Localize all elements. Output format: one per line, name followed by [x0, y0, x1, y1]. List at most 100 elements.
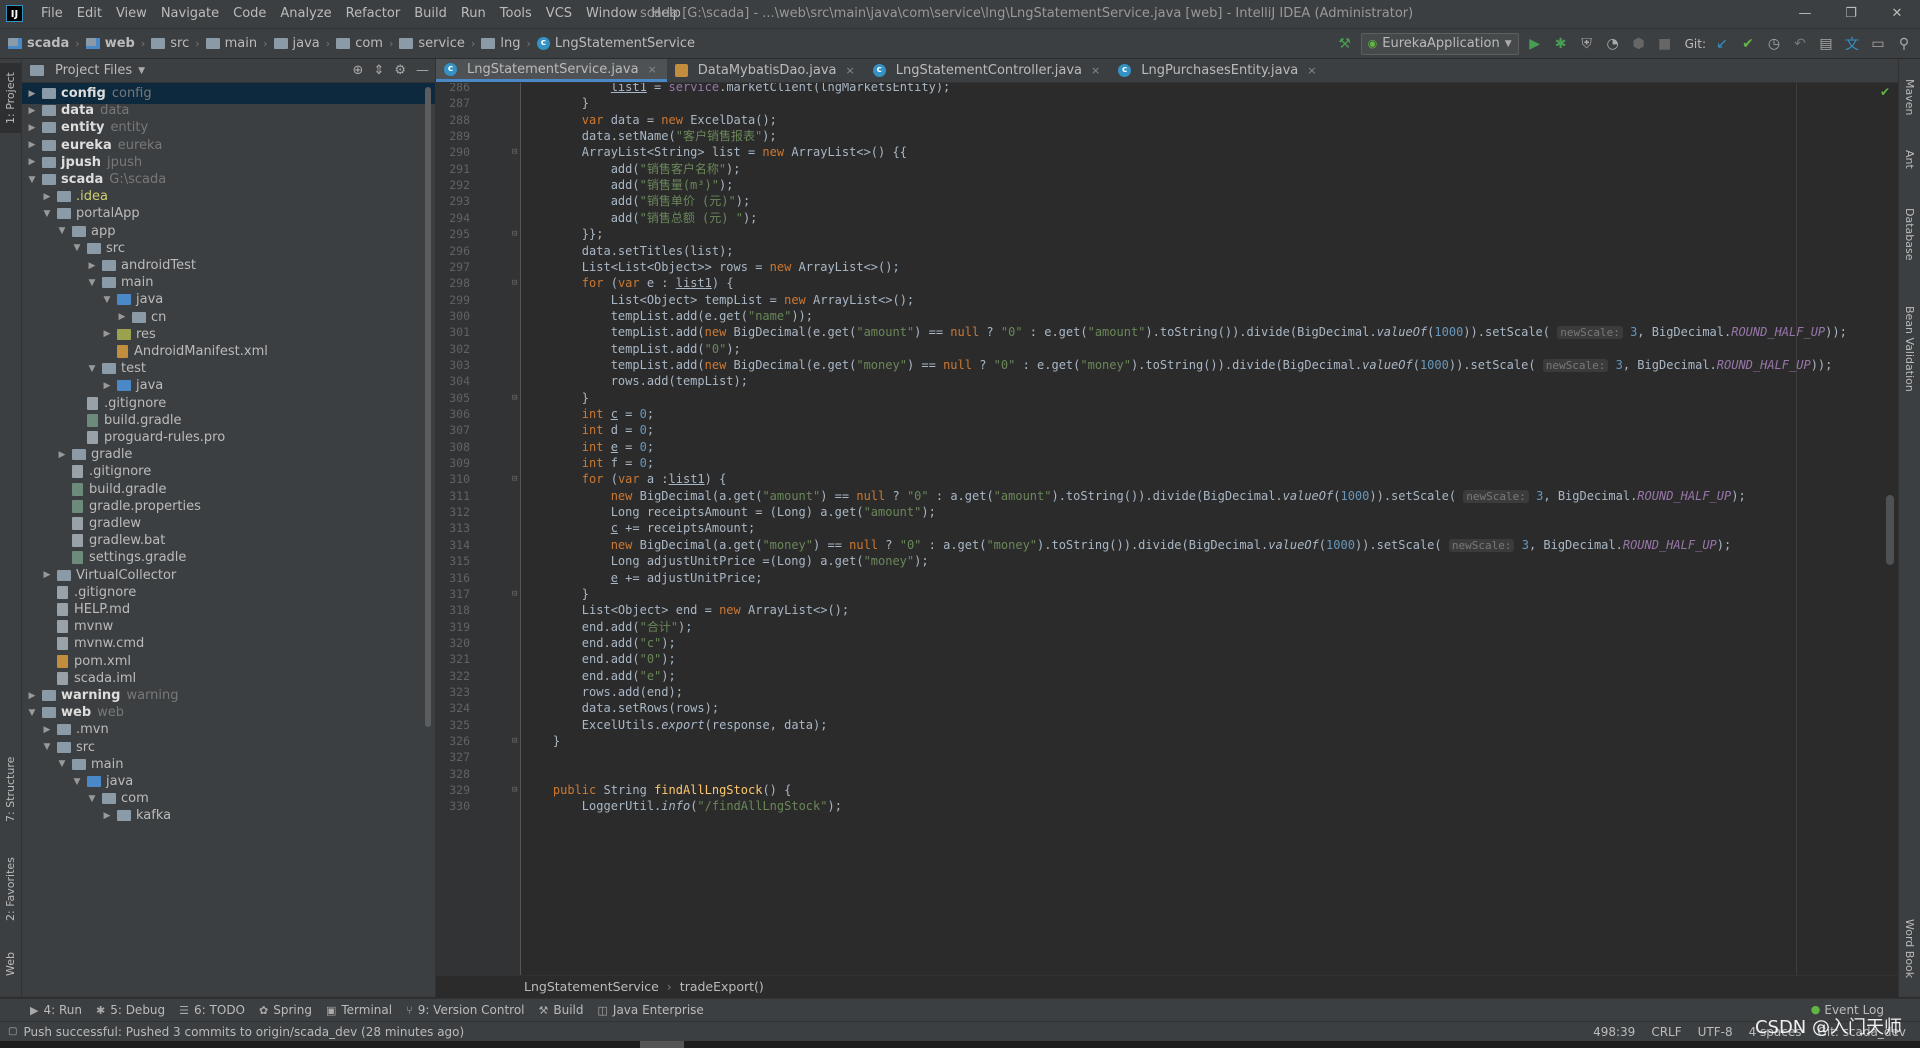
bottom-tab-java-enterprise[interactable]: ◫ Java Enterprise [598, 1003, 704, 1017]
caret-position[interactable]: 498:39 [1593, 1025, 1635, 1039]
chevron-right-icon[interactable]: ▶ [101, 381, 113, 391]
editor-crumb-class[interactable]: LngStatementService [524, 979, 659, 994]
chevron-right-icon[interactable]: ▶ [101, 329, 113, 339]
chevron-right-icon[interactable]: ▶ [41, 725, 53, 735]
database-tool-tab[interactable]: Database [1899, 194, 1920, 274]
project-scrollbar[interactable] [425, 87, 431, 727]
tree-item[interactable]: ▶ kafka [22, 805, 435, 826]
chevron-down-icon[interactable]: ▼ [56, 226, 68, 236]
menu-window[interactable]: Window [579, 0, 644, 28]
bottom-tab-build[interactable]: ⚒ Build [539, 1003, 584, 1017]
bottom-tab-4-run[interactable]: ▶ 4: Run [30, 1003, 82, 1017]
menu-navigate[interactable]: Navigate [154, 0, 226, 28]
editor-tab[interactable]: c LngStatementController.java × [865, 59, 1110, 82]
bottom-tab-9-version-control[interactable]: ⑂ 9: Version Control [406, 1003, 524, 1017]
chevron-right-icon[interactable]: ▶ [26, 89, 38, 99]
word-book-tool-tab[interactable]: Word Book [1899, 909, 1920, 989]
chevron-down-icon[interactable]: ▼ [26, 708, 38, 718]
breadcrumb-scada[interactable]: scada [8, 36, 69, 51]
close-window-button[interactable]: ✕ [1874, 0, 1920, 28]
restore-button[interactable]: ❐ [1828, 0, 1874, 28]
run-icon[interactable]: ▶ [1525, 34, 1545, 54]
translate-icon[interactable]: 文 [1842, 34, 1862, 54]
code-editor[interactable]: 286 list1 = service.marketClient(lngMark… [436, 83, 1898, 975]
git-update-icon[interactable]: ↙ [1712, 34, 1732, 54]
menu-code[interactable]: Code [226, 0, 273, 28]
bottom-tab-terminal[interactable]: ▣ Terminal [326, 1003, 392, 1017]
chevron-right-icon[interactable]: ▶ [116, 312, 128, 322]
editor-tab[interactable]: c LngPurchasesEntity.java × [1110, 59, 1326, 82]
gear-icon[interactable]: ⚙ [394, 63, 406, 78]
chevron-down-icon[interactable]: ▼ [71, 243, 83, 253]
maven-tool-tab[interactable]: Maven [1899, 67, 1920, 127]
menu-edit[interactable]: Edit [70, 0, 109, 28]
chevron-right-icon[interactable]: ▶ [26, 157, 38, 167]
favorites-tool-tab[interactable]: 2: Favorites [0, 849, 21, 929]
close-tab-icon[interactable]: × [1091, 64, 1100, 77]
close-tab-icon[interactable]: × [1307, 64, 1316, 77]
chevron-down-icon[interactable]: ▼ [86, 278, 98, 288]
chevron-down-icon[interactable]: ▼ [26, 175, 38, 185]
web-tool-tab[interactable]: Web [0, 939, 21, 989]
menu-analyze[interactable]: Analyze [273, 0, 338, 28]
build-hammer-icon[interactable]: ⚒ [1335, 34, 1355, 54]
locate-icon[interactable]: ⊕ [353, 63, 364, 78]
project-tool-tab[interactable]: 1: Project [0, 63, 21, 133]
project-view-select[interactable]: Project Files ▼ [30, 63, 145, 78]
bean-validation-tool-tab[interactable]: Bean Validation [1899, 289, 1920, 409]
editor-tab[interactable]: c LngStatementService.java × [436, 59, 667, 82]
ant-tool-tab[interactable]: Ant [1899, 139, 1920, 179]
bottom-tab-5-debug[interactable]: ✱ 5: Debug [96, 1003, 165, 1017]
chevron-right-icon[interactable]: ▶ [26, 691, 38, 701]
git-rollback-icon[interactable]: ↶ [1790, 34, 1810, 54]
chevron-right-icon[interactable]: ▶ [41, 192, 53, 202]
breadcrumb-main[interactable]: main [205, 36, 257, 51]
menu-vcs[interactable]: VCS [539, 0, 579, 28]
editor-scroll-thumb[interactable] [1886, 495, 1894, 565]
chevron-right-icon[interactable]: ▶ [101, 811, 113, 821]
chevron-right-icon[interactable]: ▶ [26, 106, 38, 116]
menu-refactor[interactable]: Refactor [339, 0, 408, 28]
chevron-down-icon[interactable]: ▼ [101, 295, 113, 305]
hide-panel-icon[interactable]: — [416, 63, 429, 78]
bottom-tab-6-todo[interactable]: ☰ 6: TODO [179, 1003, 245, 1017]
chevron-down-icon[interactable]: ▼ [86, 364, 98, 374]
breadcrumb-src[interactable]: src [151, 36, 189, 51]
menu-view[interactable]: View [109, 0, 154, 28]
git-commit-icon[interactable]: ✔ [1738, 34, 1758, 54]
chevron-down-icon[interactable]: ▼ [86, 794, 98, 804]
menu-tools[interactable]: Tools [493, 0, 539, 28]
file-encoding[interactable]: UTF-8 [1698, 1025, 1733, 1039]
chevron-right-icon[interactable]: ▶ [26, 140, 38, 150]
coverage-icon[interactable]: ⛨ [1577, 34, 1597, 54]
chevron-down-icon[interactable]: ▼ [41, 209, 53, 219]
search-icon[interactable]: ⚲ [1894, 34, 1914, 54]
profile-icon[interactable]: ◔ [1603, 34, 1623, 54]
chevron-right-icon[interactable]: ▶ [86, 261, 98, 271]
breadcrumb-com[interactable]: com [336, 36, 383, 51]
editor-crumb-method[interactable]: tradeExport() [680, 979, 764, 994]
breadcrumb-java[interactable]: java [273, 36, 320, 51]
git-history-icon[interactable]: ◷ [1764, 34, 1784, 54]
breadcrumb-lngstatementservice[interactable]: c LngStatementService [536, 36, 695, 51]
menu-run[interactable]: Run [454, 0, 493, 28]
chevron-right-icon[interactable]: ▶ [41, 570, 53, 580]
chevron-right-icon[interactable]: ▶ [56, 450, 68, 460]
line-separator[interactable]: CRLF [1651, 1025, 1681, 1039]
chevron-down-icon[interactable]: ▼ [41, 742, 53, 752]
chevron-down-icon[interactable]: ▼ [56, 759, 68, 769]
status-message[interactable]: ▢ Push successful: Pushed 3 commits to o… [8, 1022, 464, 1042]
chevron-right-icon[interactable]: ▶ [26, 123, 38, 133]
breadcrumb-service[interactable]: service [399, 36, 465, 51]
breadcrumb-web[interactable]: web [85, 36, 135, 51]
chevron-down-icon[interactable]: ▼ [71, 777, 83, 787]
project-structure-icon[interactable]: ▤ [1816, 34, 1836, 54]
menu-file[interactable]: File [34, 0, 70, 28]
debug-icon[interactable]: ✱ [1551, 34, 1571, 54]
close-tab-icon[interactable]: × [846, 64, 855, 77]
attach-icon[interactable]: ⬢ [1629, 34, 1649, 54]
minimize-button[interactable]: — [1782, 0, 1828, 28]
breadcrumb-lng[interactable]: lng [481, 36, 520, 51]
code-line[interactable]: 330 LoggerUtil.info("/findAllLngStock"); [436, 796, 1898, 816]
stop-icon[interactable]: ■ [1655, 34, 1675, 54]
